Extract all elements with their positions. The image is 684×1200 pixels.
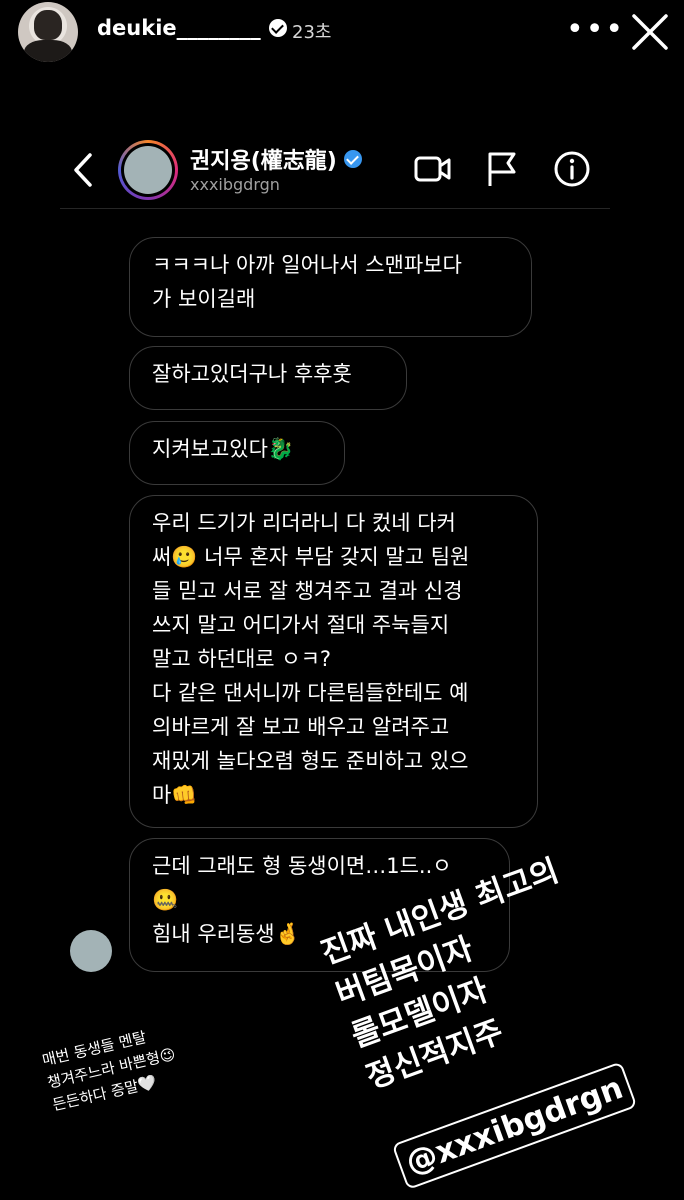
header-divider [60, 208, 610, 209]
message-bubble[interactable]: ㅋㅋㅋ나 아까 일어나서 스맨파보다 가 보이길래 [129, 237, 532, 337]
verified-badge-icon [343, 150, 362, 168]
story-timestamp: 23초 [292, 22, 332, 43]
profile-picture [124, 146, 172, 194]
dm-display-name[interactable]: 권지용(權志龍) [190, 143, 337, 175]
info-icon[interactable] [553, 150, 591, 188]
close-icon[interactable] [630, 12, 670, 52]
dm-handle: xxxibgdrgn [190, 175, 280, 194]
story-username-row[interactable]: deukie________ [97, 16, 287, 40]
story-caption-small: 매번 동생들 멘탈 챙겨주느라 바쁜형😉 든든하다 증말🤍 [40, 1028, 178, 1115]
message-bubble[interactable]: 잘하고있더구나 후후훗 [129, 346, 407, 410]
more-options-icon[interactable]: ••• [566, 15, 625, 45]
video-call-icon[interactable] [414, 153, 452, 185]
verified-icon [268, 19, 287, 37]
dm-name-row[interactable]: 권지용(權志龍) [190, 143, 362, 175]
story-caption-main: 진짜 내인생 최고의 버팀목이자 롤모델이자 정신적지주 @xxxibgdrgn [300, 770, 684, 1190]
message-bubble[interactable]: 지켜보고있다🐉 [129, 421, 345, 485]
story-avatar[interactable] [18, 2, 78, 62]
back-icon[interactable] [70, 152, 96, 188]
flag-icon[interactable] [486, 150, 520, 188]
message-bubble[interactable]: 우리 드기가 리더라니 다 컸네 다커 써🥲 너무 혼자 부담 갖지 말고 팀원… [129, 495, 538, 828]
mention-sticker[interactable]: @xxxibgdrgn [391, 1061, 638, 1190]
story-username[interactable]: deukie________ [97, 16, 261, 40]
sender-avatar [70, 930, 112, 972]
dm-profile-avatar[interactable] [118, 140, 178, 200]
